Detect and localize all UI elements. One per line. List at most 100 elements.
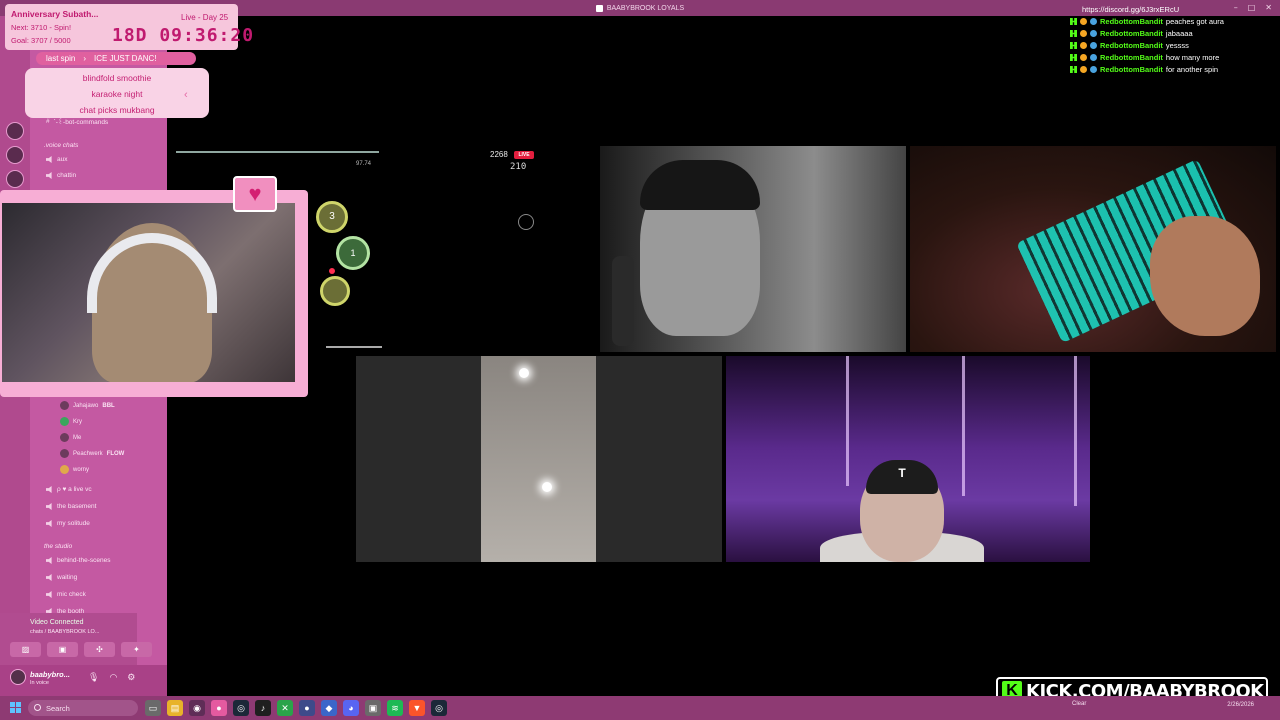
member-jahajawo[interactable]: Jahajawo BBL bbox=[60, 401, 115, 410]
settings-gear-icon[interactable]: ⚙ bbox=[127, 672, 135, 683]
member-worny[interactable]: worny bbox=[60, 465, 89, 474]
chat-username[interactable]: RedbottomBandit bbox=[1100, 17, 1163, 26]
screen-share-button[interactable]: ▣ bbox=[47, 642, 78, 657]
microphone-icon[interactable]: 🎙 bbox=[88, 672, 99, 683]
steam-icon[interactable]: ◎ bbox=[431, 700, 447, 716]
video-tile-keyboard[interactable] bbox=[910, 146, 1276, 352]
voice-channel-solitude[interactable]: my solitude bbox=[46, 520, 90, 527]
kick-badge-icon bbox=[1070, 42, 1077, 49]
phone-screen bbox=[481, 356, 596, 562]
kick-badge-icon bbox=[1070, 66, 1077, 73]
taskbar-apps: ▭ ▤ ◉ ● ◎ ♪ ✕ ● ◆ ◕ ▣ ≋ ▼ ◎ bbox=[145, 700, 447, 716]
member-me[interactable]: Me bbox=[60, 433, 81, 442]
gift-badge-icon bbox=[1090, 66, 1097, 73]
microphone-figure bbox=[612, 256, 634, 346]
camera-button[interactable]: ▨ bbox=[10, 642, 41, 657]
voice-channel-waiting[interactable]: waiting bbox=[46, 574, 77, 581]
spin-option: blindfold smoothie bbox=[82, 73, 152, 83]
voice-channel-mic-check[interactable]: mic check bbox=[46, 591, 86, 598]
speaker-icon bbox=[46, 172, 52, 179]
task-view-icon[interactable]: ▭ bbox=[145, 700, 161, 716]
chat-username[interactable]: RedbottomBandit bbox=[1100, 29, 1163, 38]
osu-progress-bar bbox=[326, 346, 382, 348]
app-icon[interactable]: ◆ bbox=[321, 700, 337, 716]
soundboard-button[interactable]: ✦ bbox=[121, 642, 152, 657]
brave-icon[interactable]: ▼ bbox=[409, 700, 425, 716]
light-figure bbox=[542, 482, 552, 492]
speaker-icon bbox=[46, 503, 52, 510]
spin-option: chat picks mukbang bbox=[79, 105, 155, 115]
gift-badge-icon bbox=[1090, 18, 1097, 25]
minimize-button[interactable]: – bbox=[1234, 3, 1238, 12]
last-spin-label: last spin bbox=[46, 54, 76, 63]
clock[interactable]: 2/26/2026 bbox=[1227, 701, 1254, 709]
app-icon[interactable]: ● bbox=[211, 700, 227, 716]
tiktok-icon[interactable]: ♪ bbox=[255, 700, 271, 716]
member-peachwerk[interactable]: Peachwerk FLOW bbox=[60, 449, 124, 458]
kick-badge-icon bbox=[1070, 18, 1077, 25]
member-kry[interactable]: Kry bbox=[60, 417, 82, 426]
hand-figure bbox=[1150, 216, 1260, 336]
spotify-icon[interactable]: ≋ bbox=[387, 700, 403, 716]
activities-icon: ✣ bbox=[96, 645, 103, 654]
headphones-icon[interactable]: ◠ bbox=[109, 672, 117, 683]
category-the-studio[interactable]: the studio bbox=[44, 543, 72, 550]
chat-username[interactable]: RedbottomBandit bbox=[1100, 65, 1163, 74]
voice-channel-chattin[interactable]: chattin bbox=[46, 172, 76, 179]
maximize-button[interactable]: □ bbox=[1248, 3, 1256, 12]
sub-badge-icon bbox=[1080, 66, 1087, 73]
sub-badge-icon bbox=[1080, 42, 1087, 49]
speaker-icon bbox=[46, 486, 52, 493]
osu-combo: 210 bbox=[510, 162, 527, 172]
voice-channel-aux[interactable]: aux bbox=[46, 156, 67, 163]
file-explorer-icon[interactable]: ▤ bbox=[167, 700, 183, 716]
voice-connected-title: Video Connected bbox=[30, 619, 84, 626]
activities-button[interactable]: ✣ bbox=[84, 642, 115, 657]
live-badge: LIVE bbox=[514, 151, 534, 159]
chat-username[interactable]: RedbottomBandit bbox=[1100, 41, 1163, 50]
sub-badge-icon bbox=[1080, 18, 1087, 25]
taskbar-search[interactable]: Search bbox=[28, 700, 138, 716]
voice-channel-live-vc[interactable]: ρ ♥ a live vc bbox=[46, 486, 92, 493]
discord-icon[interactable]: ◕ bbox=[343, 700, 359, 716]
chat-username[interactable]: RedbottomBandit bbox=[1100, 53, 1163, 62]
voice-channel-behind-the-scenes[interactable]: behind-the-scenes bbox=[46, 557, 110, 564]
xbox-icon[interactable]: ✕ bbox=[277, 700, 293, 716]
headphones-figure bbox=[87, 233, 217, 313]
discord-invite-link[interactable]: https://discord.gg/6J3rxERcU bbox=[1082, 5, 1179, 14]
windows-start-icon[interactable] bbox=[10, 702, 21, 713]
screen-share-icon: ▣ bbox=[58, 645, 67, 654]
channel-bot-commands[interactable]: # ˋ-꒰-bot-commands bbox=[46, 117, 108, 126]
server-icon[interactable] bbox=[6, 122, 24, 140]
voice-connected-channel[interactable]: chats / BAABYBROOK LO... bbox=[30, 629, 99, 635]
voice-channel-basement[interactable]: the basement bbox=[46, 503, 96, 510]
server-icon[interactable] bbox=[6, 146, 24, 164]
obs-icon[interactable]: ◉ bbox=[189, 700, 205, 716]
gift-badge-icon bbox=[1090, 42, 1097, 49]
video-tile-man-headset[interactable] bbox=[600, 146, 906, 352]
video-tile-phone[interactable] bbox=[356, 356, 722, 562]
app-icon[interactable]: ▣ bbox=[365, 700, 381, 716]
video-tile-club[interactable]: T bbox=[726, 356, 1090, 562]
weather-widget[interactable]: Clear bbox=[1072, 701, 1086, 707]
kick-badge-icon bbox=[1070, 54, 1077, 61]
avatar bbox=[60, 449, 69, 458]
avatar[interactable] bbox=[10, 669, 26, 685]
window-title: BAABYBROOK LOYALS bbox=[606, 4, 685, 12]
osu-icon[interactable]: ● bbox=[299, 700, 315, 716]
light-beam bbox=[962, 356, 965, 496]
light-beam bbox=[846, 356, 849, 486]
viewer-count: 2268 bbox=[490, 150, 508, 159]
chat-text: how many more bbox=[1165, 53, 1220, 62]
screen: BAABYBROOK LOYALS – □ ✕ # ˋ-꒰-bot-comman… bbox=[0, 0, 1280, 720]
speaker-icon bbox=[46, 591, 52, 598]
speaker-icon bbox=[46, 557, 52, 564]
close-button[interactable]: ✕ bbox=[1265, 3, 1272, 12]
user-name: baabybro... bbox=[30, 670, 71, 679]
steam-icon[interactable]: ◎ bbox=[233, 700, 249, 716]
chat-message: RedbottomBandit jabaaaa bbox=[1070, 29, 1193, 38]
chat-message: RedbottomBandit how many more bbox=[1070, 53, 1219, 62]
chat-message: RedbottomBandit yessss bbox=[1070, 41, 1189, 50]
server-icon[interactable] bbox=[6, 170, 24, 188]
category-voice-chats[interactable]: .voice chats bbox=[44, 142, 78, 149]
